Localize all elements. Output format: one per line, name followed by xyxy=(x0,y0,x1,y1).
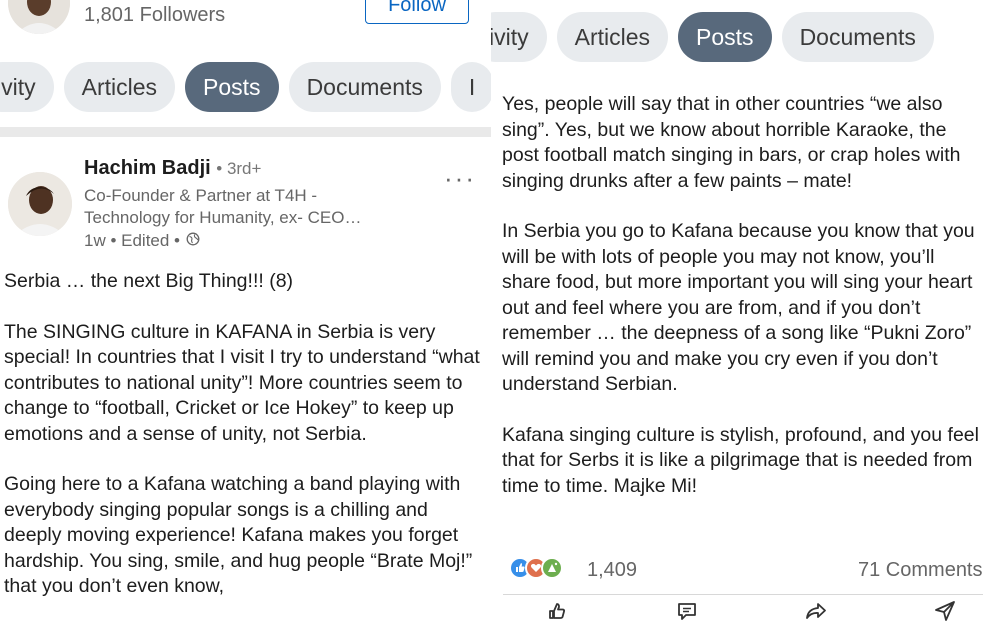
post-paragraph: Kafana singing culture is stylish, profo… xyxy=(502,423,979,497)
post-right-panel: ivity Articles Posts Documents Yes, peop… xyxy=(491,0,983,625)
comments-count[interactable]: 71 Comments xyxy=(858,559,983,582)
connection-degree: • 3rd+ xyxy=(216,159,262,178)
post-meta: 1w • Edited • xyxy=(84,231,200,251)
more-options-button[interactable]: ··· xyxy=(444,163,476,194)
profile-avatar[interactable] xyxy=(8,0,70,34)
actions-divider xyxy=(503,594,983,595)
follow-button[interactable]: Follow xyxy=(365,0,469,24)
post-left-panel: 1,801 Followers Follow ivity Articles Po… xyxy=(0,0,491,625)
reaction-count[interactable]: 1,409 xyxy=(587,559,637,582)
tab-activity[interactable]: ivity xyxy=(0,62,54,112)
reaction-icons[interactable] xyxy=(509,557,563,579)
author-name[interactable]: Hachim Badji • 3rd+ xyxy=(84,157,261,180)
post-paragraph: In Serbia you go to Kafana because you k… xyxy=(502,220,975,395)
tab-activity[interactable]: ivity xyxy=(491,12,547,62)
share-icon[interactable] xyxy=(804,600,830,622)
followers-count: 1,801 Followers xyxy=(84,4,226,26)
send-icon[interactable] xyxy=(934,600,960,622)
tab-articles[interactable]: Articles xyxy=(556,12,669,62)
tab-posts[interactable]: Posts xyxy=(185,62,279,112)
tab-posts[interactable]: Posts xyxy=(678,12,772,62)
tab-next[interactable]: I xyxy=(450,62,491,112)
author-headline: Co-Founder & Partner at T4H - Technology… xyxy=(84,186,362,227)
post-body: Serbia … the next Big Thing!!! (8) The S… xyxy=(4,269,484,625)
post-paragraph: Yes, people will say that in other count… xyxy=(502,93,961,192)
section-divider xyxy=(0,127,491,137)
tab-articles[interactable]: Articles xyxy=(63,62,176,112)
post-paragraph: Serbia … the next Big Thing!!! (8) xyxy=(4,270,294,292)
tab-documents[interactable]: Documents xyxy=(781,12,934,62)
like-icon[interactable] xyxy=(546,600,572,622)
profile-tabs: ivity Articles Posts Documents I xyxy=(0,62,491,112)
globe-icon xyxy=(186,231,200,251)
celebrate-icon xyxy=(541,557,563,579)
comment-icon[interactable] xyxy=(676,600,702,622)
post-paragraph: Going here to a Kafana watching a band p… xyxy=(4,473,473,597)
author-avatar[interactable] xyxy=(8,172,72,236)
profile-tabs: ivity Articles Posts Documents xyxy=(491,12,934,62)
post-body: Yes, people will say that in other count… xyxy=(502,92,982,524)
tab-documents[interactable]: Documents xyxy=(288,62,441,112)
post-paragraph: The SINGING culture in KAFANA in Serbia … xyxy=(4,320,480,445)
